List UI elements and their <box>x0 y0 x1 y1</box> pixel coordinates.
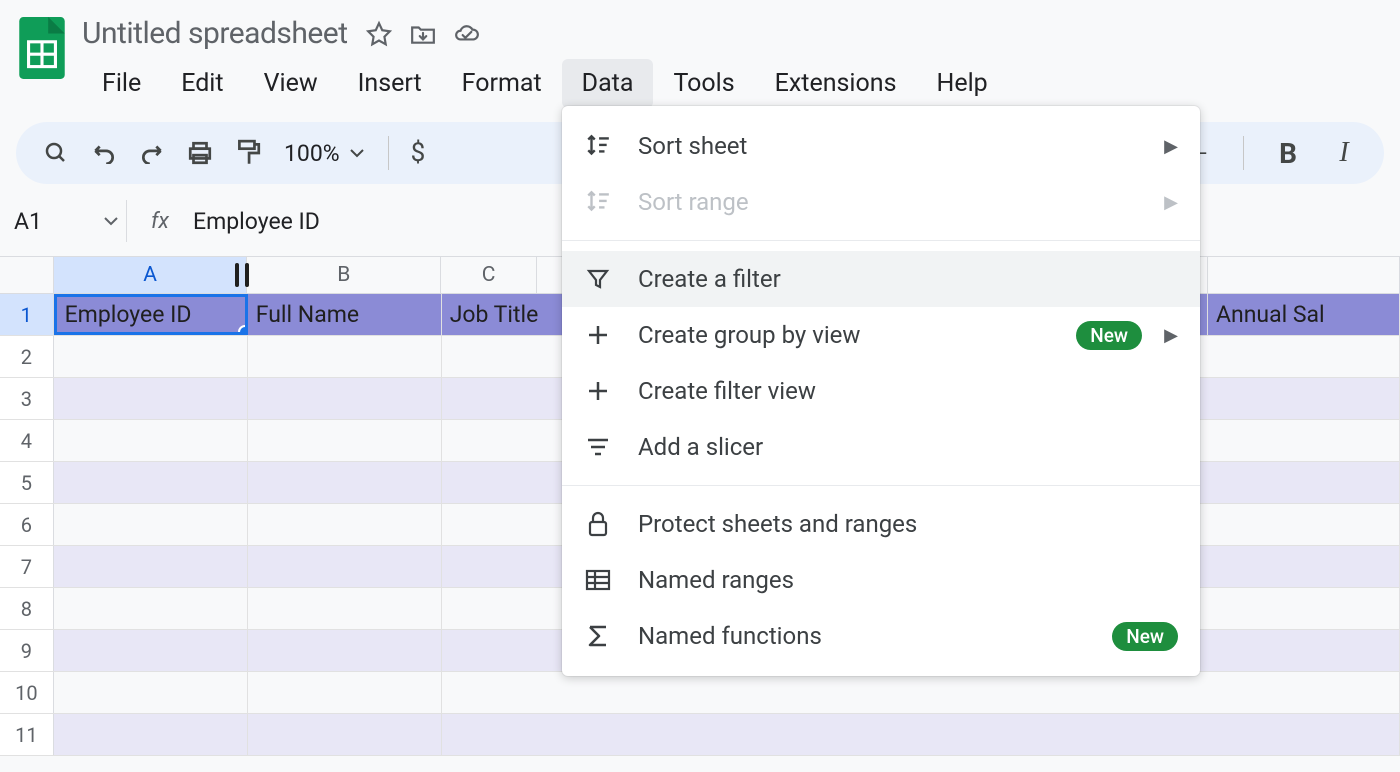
italic-button[interactable]: I <box>1322 131 1366 175</box>
cell[interactable] <box>54 378 248 419</box>
cell[interactable] <box>54 672 248 713</box>
menu-help[interactable]: Help <box>916 59 1007 108</box>
cell[interactable] <box>54 504 248 545</box>
table-icon <box>584 566 612 594</box>
search-icon[interactable] <box>34 131 78 175</box>
submenu-arrow-icon: ▶ <box>1164 192 1178 213</box>
row-header[interactable]: 3 <box>0 378 54 419</box>
document-title[interactable]: Untitled spreadsheet <box>82 16 348 51</box>
row-header[interactable]: 10 <box>0 672 54 713</box>
cell[interactable] <box>248 588 442 629</box>
menu-named-functions[interactable]: Named functions New <box>562 608 1200 664</box>
new-badge: New <box>1076 321 1142 350</box>
column-header-c[interactable]: C <box>441 257 537 293</box>
cell-partial-2[interactable]: Annual Sal <box>1208 294 1400 335</box>
menu-extensions[interactable]: Extensions <box>755 59 917 108</box>
row-header[interactable]: 11 <box>0 714 54 755</box>
column-header-b[interactable]: B <box>247 257 441 293</box>
menu-named-ranges[interactable]: Named ranges <box>562 552 1200 608</box>
menu-separator <box>562 485 1200 486</box>
cell[interactable] <box>54 588 248 629</box>
lock-icon <box>584 510 612 538</box>
menu-create-filter-view[interactable]: Create filter view <box>562 363 1200 419</box>
submenu-arrow-icon: ▶ <box>1164 136 1178 157</box>
sort-icon <box>584 132 612 160</box>
menu-data[interactable]: Data <box>562 59 654 108</box>
menu-edit[interactable]: Edit <box>161 59 243 108</box>
cell[interactable] <box>248 336 442 377</box>
cell[interactable] <box>248 672 442 713</box>
cell[interactable] <box>54 714 248 755</box>
name-box[interactable]: A1 <box>6 208 126 235</box>
menu-protect-sheets[interactable]: Protect sheets and ranges <box>562 496 1200 552</box>
undo-icon[interactable] <box>82 131 126 175</box>
cell[interactable] <box>248 378 442 419</box>
menu-create-filter[interactable]: Create a filter <box>562 251 1200 307</box>
print-icon[interactable] <box>178 131 222 175</box>
cloud-status-icon[interactable] <box>454 21 480 47</box>
cell[interactable] <box>54 546 248 587</box>
menu-create-group-view[interactable]: Create group by view New ▶ <box>562 307 1200 363</box>
sheets-logo-icon[interactable] <box>16 12 68 84</box>
filter-icon <box>584 265 612 293</box>
menu-insert[interactable]: Insert <box>338 59 442 108</box>
cell[interactable] <box>248 714 442 755</box>
redo-icon[interactable] <box>130 131 174 175</box>
cell-a1[interactable]: Employee ID <box>54 294 248 335</box>
selection-handle[interactable] <box>238 325 248 335</box>
menu-add-slicer[interactable]: Add a slicer <box>562 419 1200 475</box>
menu-bar: File Edit View Insert Format Data Tools … <box>82 59 1384 108</box>
menu-file[interactable]: File <box>82 59 161 108</box>
paint-format-icon[interactable] <box>226 131 270 175</box>
menu-tools[interactable]: Tools <box>653 59 754 108</box>
plus-icon <box>584 377 612 405</box>
row-header[interactable]: 6 <box>0 504 54 545</box>
row-header-1[interactable]: 1 <box>0 294 54 335</box>
menu-sort-range: Sort range ▶ <box>562 174 1200 230</box>
star-icon[interactable] <box>366 21 392 47</box>
sigma-icon <box>584 622 612 650</box>
select-all-corner[interactable] <box>0 257 54 293</box>
row-header[interactable]: 4 <box>0 420 54 461</box>
currency-format-button[interactable]: $ <box>403 138 434 168</box>
cell[interactable] <box>248 420 442 461</box>
submenu-arrow-icon: ▶ <box>1164 325 1178 346</box>
menu-format[interactable]: Format <box>442 59 562 108</box>
sort-range-icon <box>584 188 612 216</box>
row-header[interactable]: 8 <box>0 588 54 629</box>
new-badge: New <box>1112 622 1178 651</box>
toolbar-separator <box>1243 136 1244 170</box>
menu-sort-sheet[interactable]: Sort sheet ▶ <box>562 118 1200 174</box>
plus-icon <box>584 321 612 349</box>
cell[interactable] <box>442 672 1400 713</box>
bold-button[interactable]: B <box>1266 131 1310 175</box>
column-header-last[interactable] <box>1208 257 1400 293</box>
cell[interactable] <box>248 504 442 545</box>
menu-view[interactable]: View <box>244 59 338 108</box>
cell-b1[interactable]: Full Name <box>248 294 442 335</box>
slicer-icon <box>584 433 612 461</box>
move-folder-icon[interactable] <box>410 21 436 47</box>
row-header[interactable]: 5 <box>0 462 54 503</box>
column-header-a[interactable]: A <box>54 257 248 293</box>
fx-icon: fx <box>126 200 193 242</box>
cell[interactable] <box>248 546 442 587</box>
cell[interactable] <box>54 336 248 377</box>
cell[interactable] <box>54 462 248 503</box>
cell[interactable] <box>248 630 442 671</box>
toolbar-separator <box>388 136 389 170</box>
cell[interactable] <box>54 630 248 671</box>
row-header[interactable]: 2 <box>0 336 54 377</box>
cell[interactable] <box>54 420 248 461</box>
row-header[interactable]: 7 <box>0 546 54 587</box>
menu-separator <box>562 240 1200 241</box>
cell[interactable] <box>248 462 442 503</box>
data-menu-dropdown: Sort sheet ▶ Sort range ▶ Create a filte… <box>562 106 1200 676</box>
cell[interactable] <box>442 714 1400 755</box>
zoom-select[interactable]: 100% <box>274 140 374 167</box>
row-header[interactable]: 9 <box>0 630 54 671</box>
